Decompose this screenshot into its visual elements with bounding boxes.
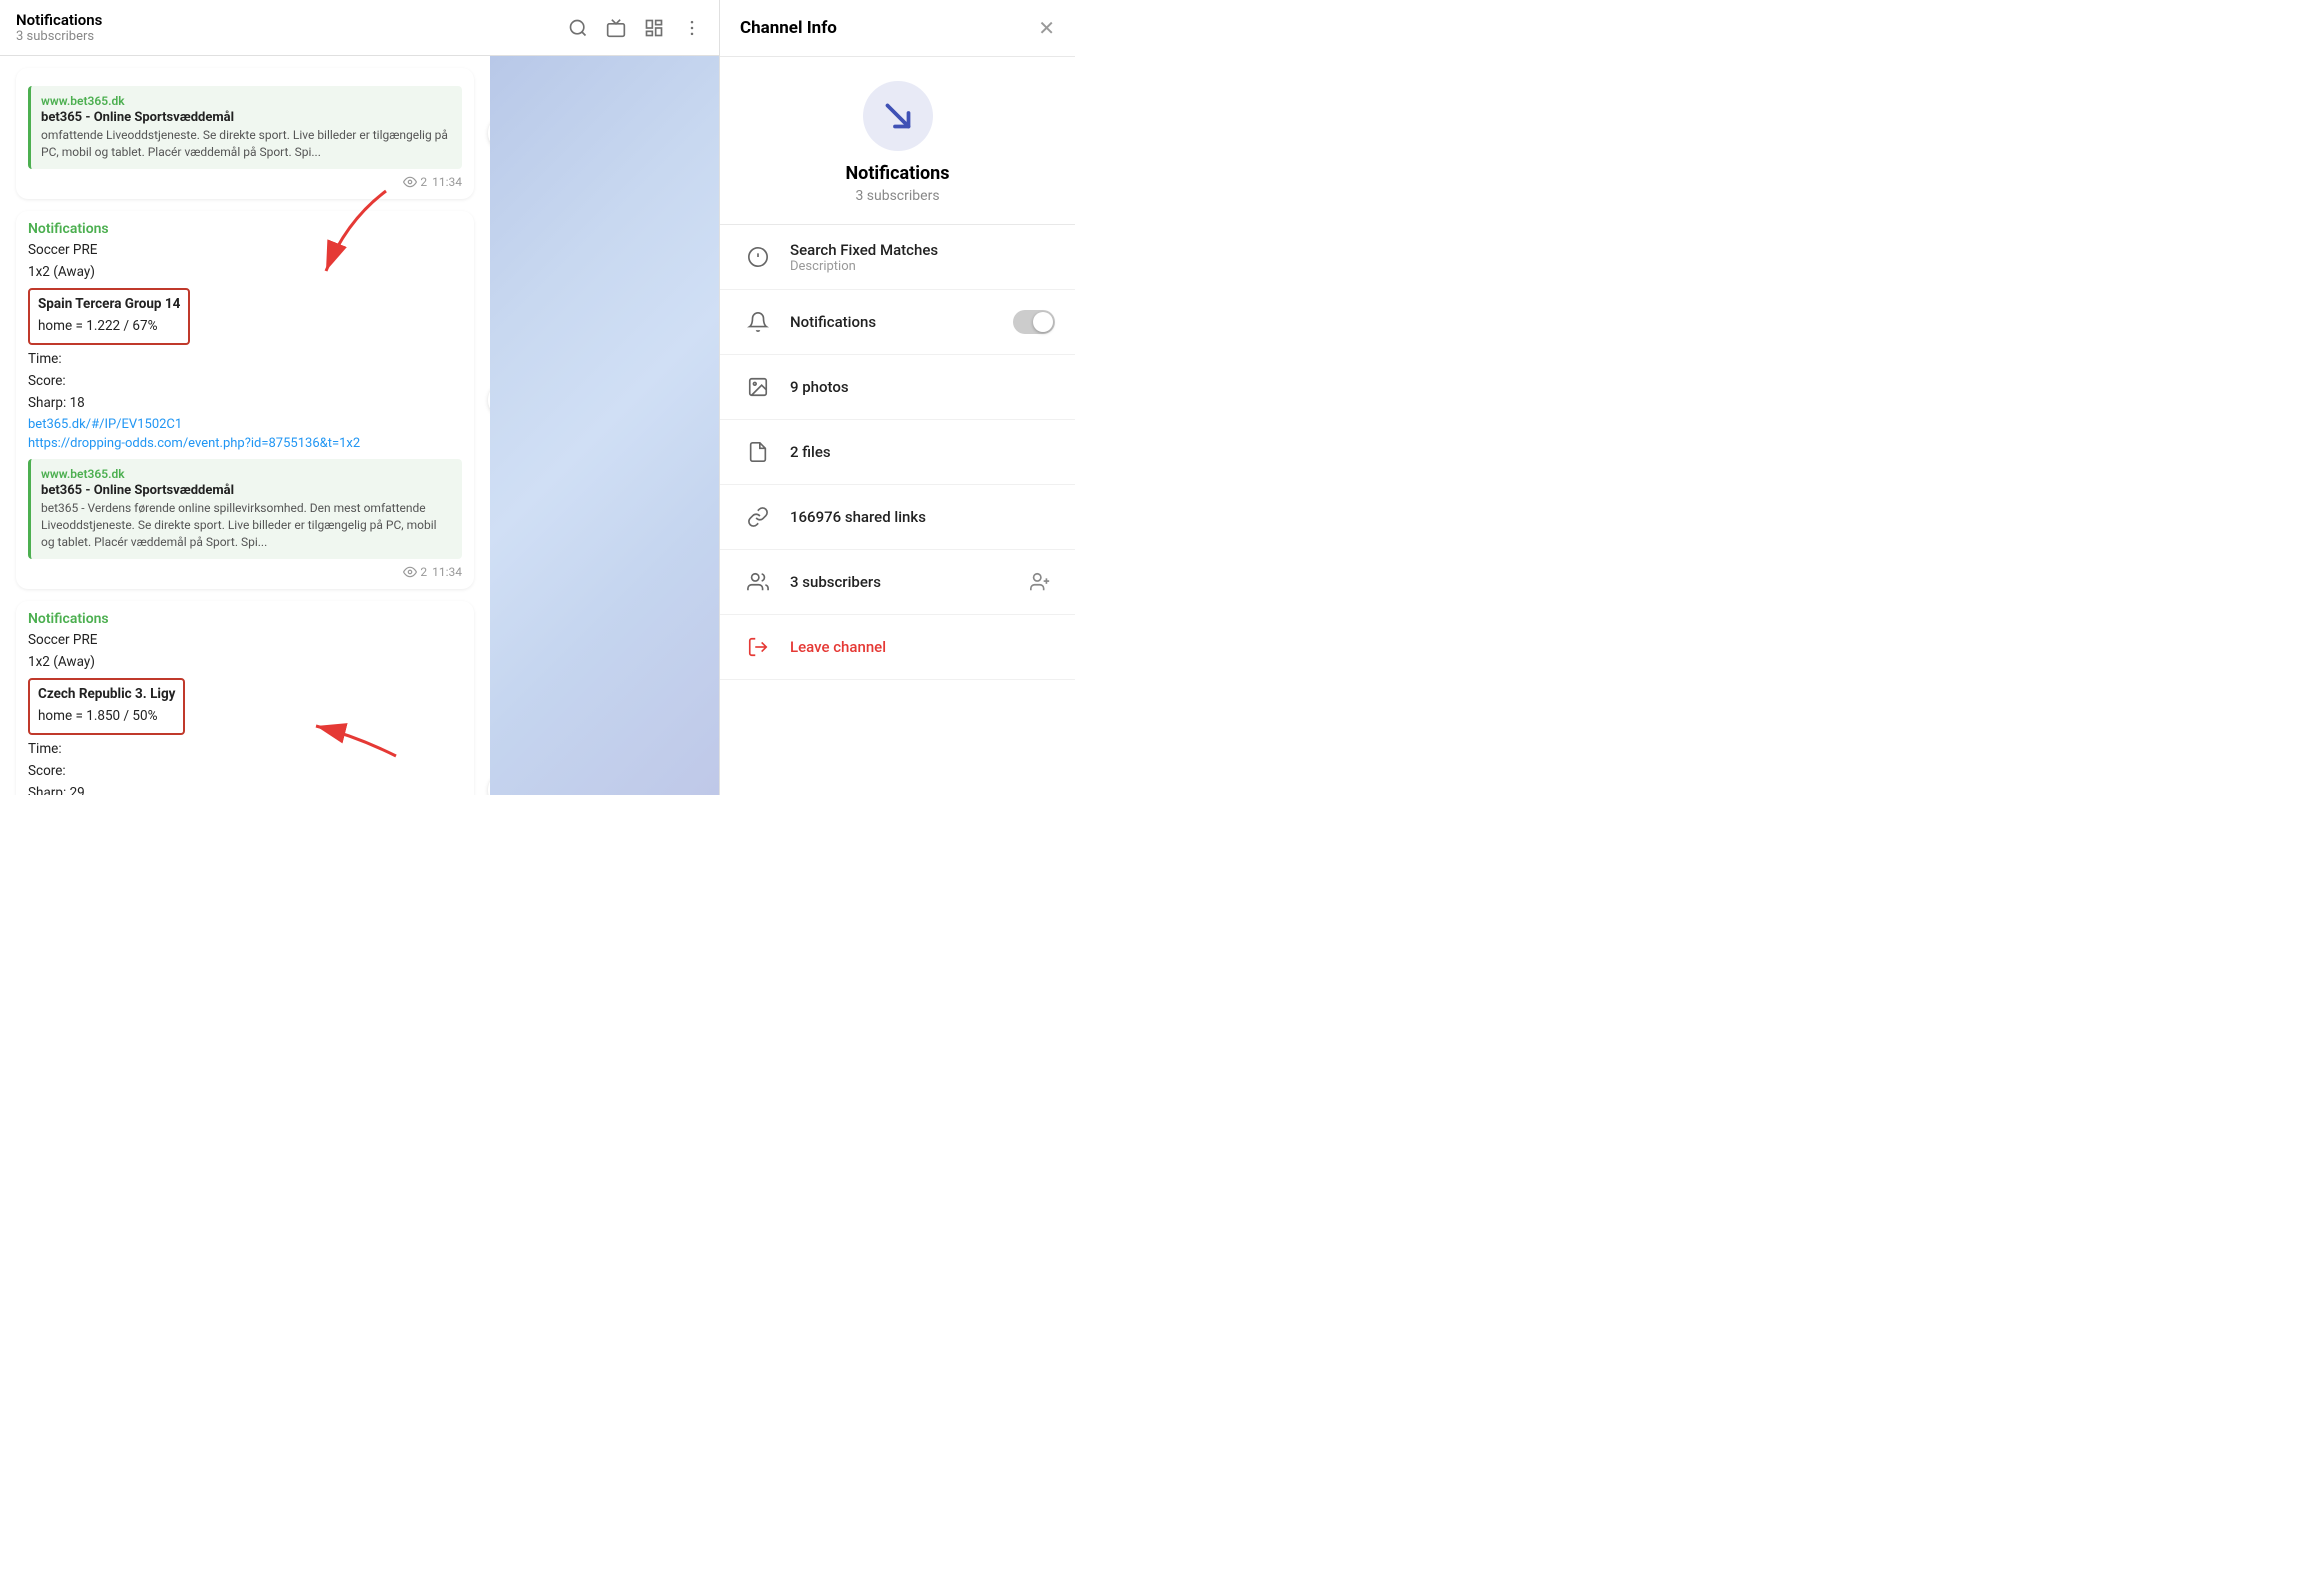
msg1-preview-title: bet365 - Online Sportsvæddemål — [41, 483, 452, 498]
more-icon[interactable] — [681, 17, 703, 39]
chat-header: Notifications 3 subscribers — [0, 0, 719, 56]
msg1-preview-site: www.bet365.dk — [41, 467, 452, 481]
msg1-link1[interactable]: bet365.dk/#/IP/EV1502C1 — [28, 417, 462, 432]
msg2-score-label: Score: — [28, 761, 462, 781]
msg1-footer: 2 11:34 — [28, 565, 462, 579]
preview-desc: omfattende Liveoddstjeneste. Se direkte … — [41, 127, 452, 161]
msg2-sender: Notifications — [28, 611, 462, 627]
msg1-time: 11:34 — [432, 565, 462, 579]
chat-panel: Notifications 3 subscribers — [0, 0, 720, 795]
files-item[interactable]: 2 files — [720, 420, 1075, 485]
message-wrapper-1: Notifications Soccer PRE 1x2 (Away) Spai… — [16, 211, 474, 589]
bell-icon — [740, 304, 776, 340]
files-icon — [740, 434, 776, 470]
msg1-time-label: Time: — [28, 349, 462, 369]
msg1-score-label: Score: — [28, 371, 462, 391]
top-message-card: www.bet365.dk bet365 - Online Sportsvædd… — [16, 68, 474, 199]
message-card-2: Notifications Soccer PRE 1x2 (Away) Czec… — [16, 601, 474, 795]
msg1-sender: Notifications — [28, 221, 462, 237]
message-wrapper-2: Notifications Soccer PRE 1x2 (Away) Czec… — [16, 601, 474, 795]
preview-title: bet365 - Online Sportsvæddemål — [41, 110, 452, 125]
msg2-line2: 1x2 (Away) — [28, 652, 462, 672]
notifications-text: Notifications — [790, 313, 1013, 331]
msg2-sharp: Sharp: 29 — [28, 783, 462, 795]
description-text: Search Fixed Matches Description — [790, 241, 1055, 274]
channel-info-panel: Channel Info ✕ Notifications 3 subscribe… — [720, 0, 1075, 795]
description-label: Search Fixed Matches — [790, 241, 1055, 259]
chat-gradient-area — [490, 56, 719, 795]
message-time: 11:34 — [432, 175, 462, 189]
layout-icon[interactable] — [643, 17, 665, 39]
search-icon[interactable] — [567, 17, 589, 39]
add-member-button[interactable] — [1025, 567, 1055, 597]
channel-subscribers-display: 3 subscribers — [855, 188, 939, 204]
messages-area: www.bet365.dk bet365 - Online Sportsvædd… — [0, 56, 490, 795]
photos-item[interactable]: 9 photos — [720, 355, 1075, 420]
preview-site: www.bet365.dk — [41, 94, 452, 108]
description-sublabel: Description — [790, 259, 1055, 274]
header-icons — [567, 17, 703, 39]
notifications-label: Notifications — [790, 313, 1013, 331]
subscribers-text: 3 subscribers — [790, 573, 1025, 591]
shared-links-text: 166976 shared links — [790, 508, 1055, 526]
chat-title: Notifications — [16, 11, 567, 29]
chat-body: www.bet365.dk bet365 - Online Sportsvædd… — [0, 56, 719, 795]
msg2-line1: Soccer PRE — [28, 630, 462, 650]
files-text: 2 files — [790, 443, 1055, 461]
description-item[interactable]: Search Fixed Matches Description — [720, 225, 1075, 290]
leave-icon — [740, 629, 776, 665]
channel-avatar-section: Notifications 3 subscribers — [720, 57, 1075, 225]
shared-links-label: 166976 shared links — [790, 508, 1055, 526]
leave-label: Leave channel — [790, 638, 1055, 656]
top-preview: www.bet365.dk bet365 - Online Sportsvædd… — [28, 86, 462, 169]
leave-text: Leave channel — [790, 638, 1055, 656]
msg2-highlight-line1: Czech Republic 3. Ligy — [38, 684, 175, 704]
subscribers-icon — [740, 564, 776, 600]
leave-channel-item[interactable]: Leave channel — [720, 615, 1075, 680]
subscribers-count: 3 subscribers — [790, 573, 1025, 591]
files-label: 2 files — [790, 443, 1055, 461]
msg1-views: 2 — [403, 565, 427, 579]
link-icon — [740, 499, 776, 535]
message-views: 2 — [403, 175, 427, 189]
message-footer: 2 11:34 — [28, 175, 462, 189]
shared-links-item[interactable]: 166976 shared links — [720, 485, 1075, 550]
msg1-highlight-line2: home = 1.222 / 67% — [38, 316, 180, 336]
photos-text: 9 photos — [790, 378, 1055, 396]
msg1-line2: 1x2 (Away) — [28, 262, 462, 282]
channel-info-list: Search Fixed Matches Description Notific… — [720, 225, 1075, 795]
msg1-preview: www.bet365.dk bet365 - Online Sportsvædd… — [28, 459, 462, 558]
msg1-highlight-line1: Spain Tercera Group 14 — [38, 294, 180, 314]
chat-subtitle: 3 subscribers — [16, 29, 567, 44]
subscribers-item: 3 subscribers — [720, 550, 1075, 615]
msg1-line1: Soccer PRE — [28, 240, 462, 260]
msg1-highlight: Spain Tercera Group 14 home = 1.222 / 67… — [28, 288, 190, 345]
message-card-1: Notifications Soccer PRE 1x2 (Away) Spai… — [16, 211, 474, 589]
msg2-highlight-line2: home = 1.850 / 50% — [38, 706, 175, 726]
notifications-item[interactable]: Notifications — [720, 290, 1075, 355]
channel-info-title: Channel Info — [740, 18, 837, 38]
msg1-sharp: Sharp: 18 — [28, 393, 462, 413]
notifications-toggle[interactable] — [1013, 310, 1055, 334]
channel-name: Notifications — [845, 163, 949, 184]
msg1-preview-desc: bet365 - Verdens førende online spillevi… — [41, 500, 452, 550]
msg2-time-label: Time: — [28, 739, 462, 759]
chat-header-info: Notifications 3 subscribers — [16, 11, 567, 44]
msg1-link2[interactable]: https://dropping-odds.com/event.php?id=8… — [28, 436, 462, 451]
channel-avatar — [863, 81, 933, 151]
channel-info-header: Channel Info ✕ — [720, 0, 1075, 57]
photos-label: 9 photos — [790, 378, 1055, 396]
info-icon — [740, 239, 776, 275]
tv-icon[interactable] — [605, 17, 627, 39]
photos-icon — [740, 369, 776, 405]
msg2-highlight: Czech Republic 3. Ligy home = 1.850 / 50… — [28, 678, 185, 735]
close-icon[interactable]: ✕ — [1038, 16, 1055, 40]
